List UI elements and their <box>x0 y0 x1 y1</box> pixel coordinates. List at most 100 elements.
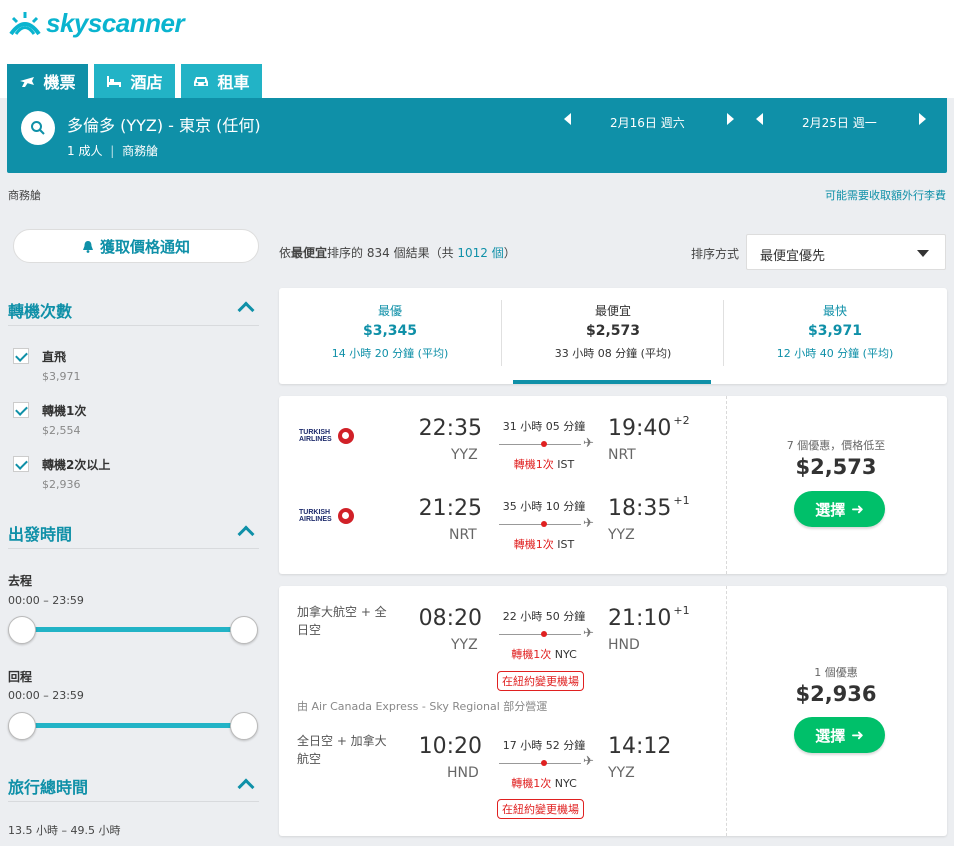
turkish-airlines-logo: TURKISH AIRLINES <box>299 428 354 444</box>
return-time-range: 00:00 – 23:59 <box>8 689 84 702</box>
tab-hotels[interactable]: 酒店 <box>94 62 175 98</box>
select-label: 選擇 <box>815 500 846 519</box>
return-time-label: 回程 <box>8 670 33 684</box>
select-button[interactable]: 選擇 ➜ <box>794 717 885 753</box>
selected-tab-indicator <box>513 380 711 384</box>
results-prefix: 依 <box>279 246 292 260</box>
deals-count: 1 個優惠 <box>814 666 858 679</box>
stop-dot <box>541 631 547 637</box>
airline-name: TURKISH AIRLINES <box>299 509 332 523</box>
stop-info: 轉機1次 IST <box>494 456 594 472</box>
stop-airport: IST <box>557 458 575 471</box>
results-suffix: ） <box>503 246 516 260</box>
arrival-time-value: 18:35 <box>608 496 672 521</box>
arrival-airport: YYZ <box>608 527 635 543</box>
tab-cheapest[interactable]: 最便宜 $2,573 33 小時 08 分鐘 (平均) <box>502 288 724 384</box>
stop-info: 轉機1次 IST <box>494 536 594 552</box>
tab-car-hire[interactable]: 租車 <box>181 62 262 98</box>
tab-cheapest-label: 最便宜 <box>594 304 631 318</box>
tab-best-price: $3,345 <box>362 323 418 339</box>
plane-icon: ✈ <box>583 436 594 451</box>
arrival-time-value: 21:10 <box>608 606 672 631</box>
operated-by-note: 由 Air Canada Express - Sky Regional 部分營運 <box>297 700 548 713</box>
outbound-next-day-icon[interactable] <box>727 113 734 125</box>
deals-count: 7 個優惠，價格低至 <box>786 439 886 452</box>
tab-best[interactable]: 最優 $3,345 14 小時 20 分鐘 (平均) <box>279 288 501 384</box>
plane-icon: ✈ <box>583 626 594 641</box>
results-total-link[interactable]: 1012 個 <box>457 246 503 260</box>
airline-name: TURKISH AIRLINES <box>299 429 332 443</box>
stop-count: 轉機1次 <box>513 458 554 471</box>
plane-icon: ✈ <box>583 516 594 531</box>
stops-filter-title[interactable]: 轉機次數 <box>8 298 72 322</box>
collapse-duration-icon[interactable] <box>237 778 255 796</box>
journey-duration-title[interactable]: 旅行總時間 <box>8 774 88 798</box>
leg-duration: 17 小時 52 分鐘 <box>502 739 586 752</box>
route-line <box>499 763 581 764</box>
return-prev-day-icon[interactable] <box>756 113 763 125</box>
departure-time-title[interactable]: 出發時間 <box>8 521 72 545</box>
sort-dropdown[interactable]: 最便宜優先 <box>746 234 946 270</box>
return-slider-min-handle[interactable] <box>8 712 36 740</box>
day-offset: +1 <box>673 494 690 507</box>
leg-duration: 22 小時 50 分鐘 <box>502 610 586 623</box>
outbound-slider-max-handle[interactable] <box>230 616 258 644</box>
stop-count: 轉機1次 <box>511 777 552 790</box>
plane-icon: ✈ <box>583 754 594 769</box>
arrival-airport: HND <box>608 637 640 653</box>
tab-label: 機票 <box>43 73 76 92</box>
result-price: $2,936 <box>795 682 877 706</box>
airline-name: 加拿大航空 + 全日空 <box>297 605 387 637</box>
select-button[interactable]: 選擇 ➜ <box>794 491 885 527</box>
tab-fastest-label: 最快 <box>822 304 847 318</box>
return-time-slider[interactable] <box>22 723 244 728</box>
cabin-note: 商務艙 <box>8 189 41 202</box>
passenger-cabin-text[interactable]: 1 成人 | 商務艙 <box>67 142 158 159</box>
route-text[interactable]: 多倫多 (YYZ) - 東京 (任何) <box>67 112 261 136</box>
arrival-time: 21:10 +1 <box>608 604 690 631</box>
result-card[interactable]: TURKISH AIRLINES 22:35 YYZ 31 小時 05 分鐘 ✈… <box>279 396 947 574</box>
stop-airport: NYC <box>554 777 577 790</box>
search-button[interactable] <box>21 111 55 145</box>
arrival-time: 19:40 +2 <box>608 414 690 441</box>
card-divider <box>726 396 727 574</box>
departure-time: 22:35 <box>418 416 482 441</box>
return-slider-max-handle[interactable] <box>230 712 258 740</box>
arrow-right-icon: ➜ <box>851 500 864 518</box>
direct-label: 直飛 <box>42 350 67 364</box>
tab-fastest[interactable]: 最快 $3,971 12 小時 40 分鐘 (平均) <box>724 288 946 384</box>
two-plus-stops-checkbox[interactable] <box>13 456 29 472</box>
return-date[interactable]: 2月25日 週一 <box>802 114 877 131</box>
route-line <box>499 634 581 635</box>
direct-price: $3,971 <box>42 370 81 383</box>
airline-name: 全日空 + 加拿大航空 <box>297 734 387 766</box>
direct-checkbox[interactable] <box>13 348 29 364</box>
turkish-airlines-emblem-icon <box>338 508 354 524</box>
one-stop-checkbox[interactable] <box>13 402 29 418</box>
turkish-airlines-emblem-icon <box>338 428 354 444</box>
result-price: $2,573 <box>795 455 877 479</box>
outbound-slider-min-handle[interactable] <box>8 616 36 644</box>
tab-label: 酒店 <box>130 73 163 92</box>
stop-airport: NYC <box>554 648 577 661</box>
collapse-departure-icon[interactable] <box>237 525 255 543</box>
skyscanner-logo[interactable]: skyscanner <box>8 8 185 38</box>
stop-count: 轉機1次 <box>513 538 554 551</box>
search-summary-bar[interactable]: 多倫多 (YYZ) - 東京 (任何) 1 成人 | 商務艙 2月16日 週六 … <box>7 98 947 173</box>
result-card[interactable]: 加拿大航空 + 全日空 08:20 YYZ 22 小時 50 分鐘 ✈ 轉機1次… <box>279 586 947 836</box>
tab-fastest-duration: 12 小時 40 分鐘 (平均) <box>776 347 894 360</box>
departure-airport: NRT <box>449 527 477 543</box>
arrival-time: 14:12 <box>608 734 673 759</box>
passenger-count: 1 成人 <box>67 144 103 158</box>
outbound-time-slider[interactable] <box>22 627 244 632</box>
collapse-stops-icon[interactable] <box>237 301 255 319</box>
two-plus-stops-price: $2,936 <box>42 478 81 491</box>
return-next-day-icon[interactable] <box>919 113 926 125</box>
card-divider <box>726 586 727 836</box>
tab-flights[interactable]: 機票 <box>7 62 88 98</box>
outbound-date[interactable]: 2月16日 週六 <box>610 114 685 131</box>
baggage-fee-link[interactable]: 可能需要收取額外行李費 <box>825 187 946 203</box>
plane-icon <box>20 77 35 87</box>
outbound-prev-day-icon[interactable] <box>564 113 571 125</box>
price-alert-button[interactable]: 獲取價格通知 <box>13 229 259 263</box>
